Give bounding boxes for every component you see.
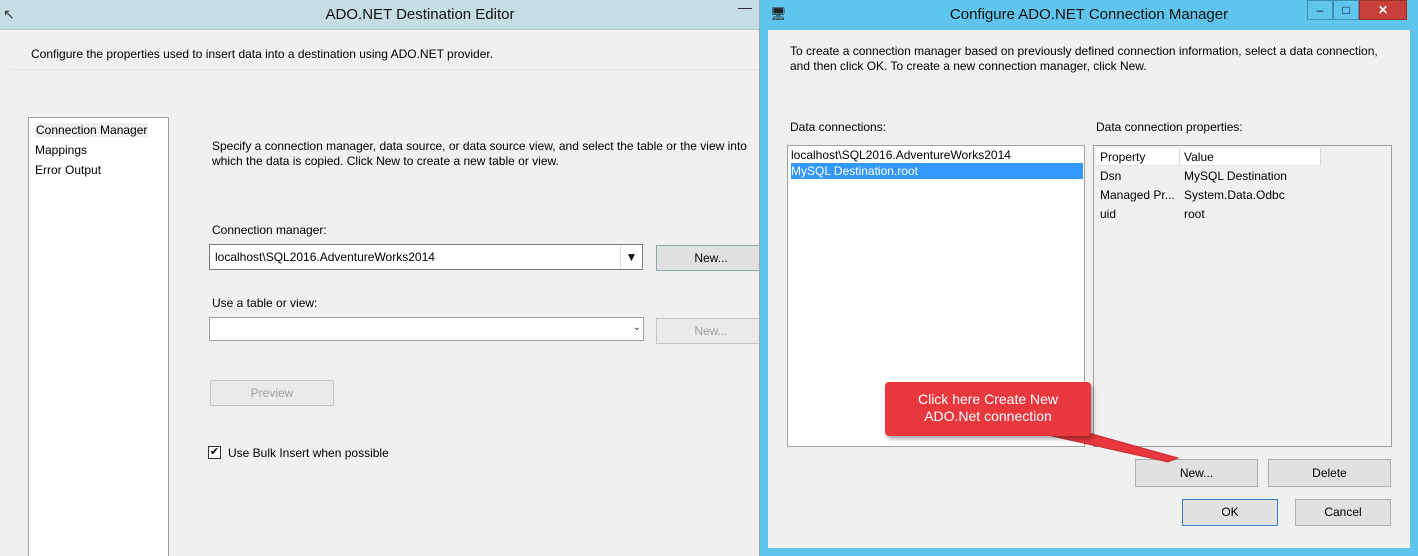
properties-grid-inner: Property Value Dsn MySQL Destination Man… <box>1096 148 1389 444</box>
right-title-bar[interactable]: 🖥 Configure ADO.NET Connection Manager –… <box>760 0 1418 30</box>
ok-button[interactable]: OK <box>1182 499 1278 526</box>
nav-item-connection-manager[interactable]: Connection Manager <box>35 123 149 137</box>
data-connection-properties-label: Data connection properties: <box>1096 120 1243 134</box>
cancel-button[interactable]: Cancel <box>1295 499 1391 526</box>
value-column-header[interactable]: Value <box>1180 148 1321 166</box>
property-column-header[interactable]: Property <box>1096 148 1180 166</box>
data-connection-item[interactable]: localhost\SQL2016.AdventureWorks2014 <box>791 147 1083 163</box>
connection-manager-dropdown[interactable]: localhost\SQL2016.AdventureWorks2014 ▼ <box>209 244 643 270</box>
left-description: Configure the properties used to insert … <box>31 47 494 61</box>
bulk-insert-checkbox[interactable]: ✔ <box>208 446 221 459</box>
value-cell: MySQL Destination <box>1184 169 1287 183</box>
right-description: To create a connection manager based on … <box>790 44 1378 73</box>
close-icon[interactable]: ✕ <box>1359 0 1407 20</box>
property-cell: uid <box>1100 207 1117 221</box>
preview-button[interactable]: Preview <box>210 380 334 406</box>
data-connection-item-selected[interactable]: MySQL Destination.root <box>791 163 1083 179</box>
connection-new-button[interactable]: New... <box>656 245 759 271</box>
configure-connection-manager-window: 🖥 Configure ADO.NET Connection Manager –… <box>760 0 1418 556</box>
connection-instructions: Specify a connection manager, data sourc… <box>212 139 747 168</box>
right-window-body: To create a connection manager based on … <box>768 30 1410 548</box>
minimize-button[interactable]: — <box>732 0 758 20</box>
value-cell: System.Data.Odbc <box>1184 188 1285 202</box>
table-view-dropdown[interactable]: ⌄ <box>209 317 644 341</box>
left-window-title: ADO.NET Destination Editor <box>325 6 515 23</box>
delete-connection-button[interactable]: Delete <box>1268 459 1391 487</box>
nav-item-error-output[interactable]: Error Output <box>35 163 101 177</box>
dropdown-arrow-icon[interactable]: ▼ <box>620 245 642 269</box>
maximize-icon[interactable]: □ <box>1333 0 1359 20</box>
property-cell: Dsn <box>1100 169 1122 183</box>
data-connections-label: Data connections: <box>790 120 887 134</box>
connection-manager-value: localhost\SQL2016.AdventureWorks2014 <box>215 250 435 264</box>
table-new-button[interactable]: New... <box>656 318 759 344</box>
ado-net-destination-editor-window: ↖ ADO.NET Destination Editor — Configure… <box>0 0 760 556</box>
value-cell: root <box>1184 207 1205 221</box>
callout-line-1: Click here Create New <box>917 391 1059 407</box>
chevron-down-icon[interactable]: ⌄ <box>633 322 641 333</box>
left-title-bar[interactable]: ↖ ADO.NET Destination Editor — <box>0 0 759 30</box>
data-connection-properties-grid: Property Value Dsn MySQL Destination Man… <box>1093 145 1392 447</box>
header-divider <box>10 69 759 70</box>
left-header-area <box>0 31 759 101</box>
minimize-icon[interactable]: – <box>1307 0 1333 20</box>
callout-line-2: ADO.Net connection <box>924 408 1052 424</box>
page-nav-list: Connection Manager Mappings Error Output <box>28 117 169 556</box>
property-cell: Managed Pr... <box>1100 188 1175 202</box>
callout-annotation: Click here Create New ADO.Net connection <box>885 382 1091 436</box>
nav-item-mappings[interactable]: Mappings <box>35 143 87 157</box>
connection-manager-label: Connection manager: <box>212 223 327 237</box>
new-connection-button[interactable]: New... <box>1135 459 1258 487</box>
table-view-label: Use a table or view: <box>212 296 318 310</box>
bulk-insert-label: Use Bulk Insert when possible <box>228 446 389 460</box>
